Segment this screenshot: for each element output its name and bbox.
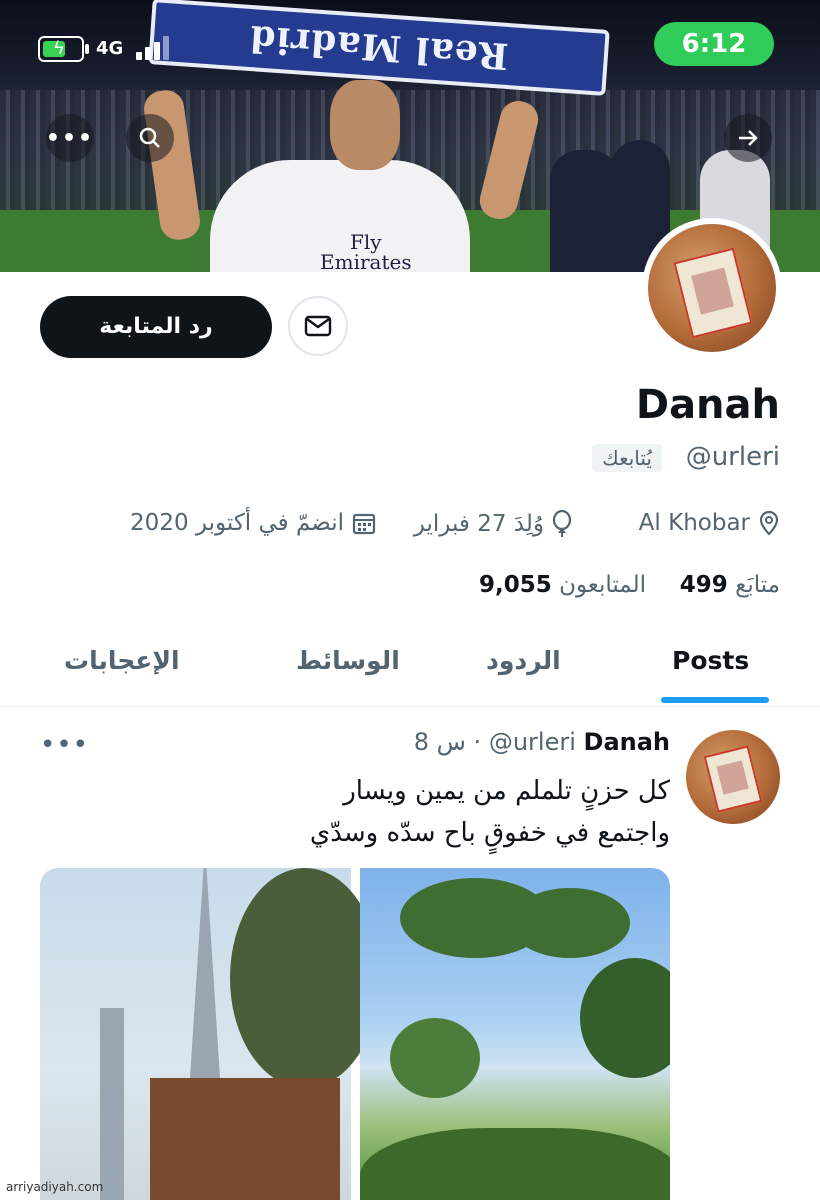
post-image-garden[interactable] [360, 868, 670, 1200]
more-icon: ••• [40, 730, 90, 760]
sponsor-line-1: Fly [350, 230, 382, 254]
sponsor-line-2: Emirates [320, 250, 412, 272]
post-header: 8 س · @urleri Danah [414, 728, 670, 756]
profile-handle: @urleri [685, 442, 780, 472]
location-pin-icon [759, 510, 779, 536]
post-media[interactable] [40, 868, 670, 1200]
following-stat[interactable]: 499 متابَع [680, 572, 780, 598]
join-date: انضمّ في أكتوبر 2020 [130, 510, 376, 536]
tab-posts[interactable]: Posts [672, 646, 749, 675]
search-icon [139, 127, 160, 148]
following-label: متابَع [735, 572, 780, 598]
followers-count: 9,055 [479, 572, 552, 598]
birthday-text: وُلِدَ 27 فبراير [413, 511, 544, 537]
tab-media[interactable]: الوسائط [296, 646, 400, 675]
active-tab-indicator [661, 697, 769, 703]
hedge [360, 1128, 670, 1200]
profile-tabs: Posts الردود الوسائط الإعجابات [0, 632, 820, 707]
tree [230, 868, 380, 1088]
follows-you-badge: يُتابعك [592, 444, 662, 472]
post-more-button[interactable]: ••• [40, 730, 89, 760]
envelope-icon [304, 315, 332, 337]
post-handle[interactable]: @urleri [489, 728, 576, 756]
followers-stat[interactable]: 9,055 المتابعون [479, 572, 646, 598]
tree [390, 1018, 480, 1098]
profile-name: Danah [635, 382, 780, 428]
tree [510, 888, 630, 958]
post-text: كل حزنٍ تلملم من يمين ويسار واجتمع في خف… [150, 770, 670, 854]
post-line: كل حزنٍ تلملم من يمين ويسار [343, 776, 670, 806]
follow-back-button[interactable]: رد المتابعة [40, 296, 272, 358]
avatar-photo-card [673, 247, 753, 339]
followers-label: المتابعون [559, 572, 646, 598]
post-image-city[interactable] [40, 868, 380, 1200]
pergola [150, 1078, 340, 1200]
profile-avatar[interactable] [642, 218, 782, 358]
more-icon: ••• [45, 125, 95, 151]
skyscraper [190, 868, 220, 1078]
forward-button[interactable] [724, 114, 772, 162]
post-avatar[interactable] [686, 730, 780, 824]
tab-likes[interactable]: الإعجابات [64, 646, 180, 675]
join-date-text: انضمّ في أكتوبر 2020 [130, 510, 344, 536]
post-separator: · [473, 728, 482, 756]
more-options-button[interactable]: ••• [46, 114, 94, 162]
birthday: وُلِدَ 27 فبراير [414, 510, 572, 538]
status-time: 6:12 [654, 22, 774, 66]
post-time: 8 س [413, 728, 466, 756]
arrow-right-icon [739, 130, 758, 146]
tab-replies[interactable]: الردود [486, 646, 561, 675]
calendar-icon [352, 513, 376, 535]
avatar-photo-card [703, 745, 763, 813]
location: Al Khobar [639, 510, 780, 536]
post-line: واجتمع في خفوقٍ باح سدّه وسدّي [309, 818, 670, 848]
status-bar: ϟ 4G 6:12 [38, 22, 774, 66]
shirt-sponsor: Fly Emirates [320, 232, 412, 272]
message-button[interactable] [288, 296, 348, 356]
balloon-icon [552, 510, 572, 537]
post-author[interactable]: Danah [584, 728, 670, 756]
signal-icon [136, 36, 176, 60]
watermark: arriyadiyah.com [6, 1180, 104, 1194]
network-type: 4G [96, 38, 124, 59]
tree [580, 958, 670, 1078]
location-text: Al Khobar [638, 510, 750, 536]
battery-icon: ϟ [38, 36, 89, 62]
building [100, 1008, 124, 1200]
following-count: 499 [679, 572, 728, 598]
player-head [330, 80, 400, 170]
search-button[interactable] [126, 114, 174, 162]
